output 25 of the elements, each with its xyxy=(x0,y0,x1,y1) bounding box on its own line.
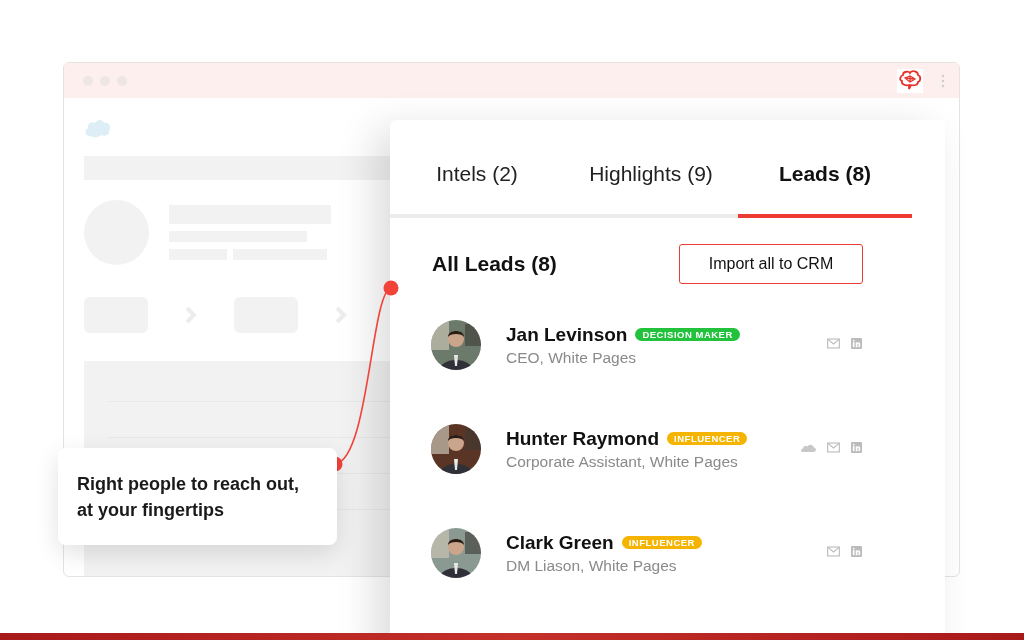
email-icon[interactable] xyxy=(827,441,840,453)
linkedin-icon[interactable] xyxy=(850,337,863,349)
tab[interactable]: Intels (2) xyxy=(390,120,564,218)
cloud-icon[interactable] xyxy=(800,442,817,452)
import-button[interactable]: Import all to CRM xyxy=(679,244,863,284)
menu-icon[interactable] xyxy=(941,73,945,88)
callout-text: Right people to reach out, at your fingertips xyxy=(77,472,300,522)
linkedin-icon[interactable] xyxy=(850,441,863,453)
email-icon[interactable] xyxy=(827,337,840,349)
lead-name: Jan Levinson xyxy=(506,323,628,346)
tab[interactable]: Highlights (9) xyxy=(564,120,738,218)
lead-name: Hunter Raymond xyxy=(506,427,660,450)
role-tag: DECISION MAKER xyxy=(635,328,740,341)
brain-icon[interactable] xyxy=(897,68,923,93)
lead-title: Corporate Assistant, White Pages xyxy=(506,452,739,471)
lead-title: DM Liason, White Pages xyxy=(506,556,678,575)
role-tag: INFLUENCER xyxy=(621,536,702,549)
tab[interactable]: Leads (8) xyxy=(738,120,912,218)
linkedin-icon[interactable] xyxy=(850,545,863,557)
email-icon[interactable] xyxy=(827,545,840,557)
lead-title: CEO, White Pages xyxy=(506,348,638,367)
cloud-icon xyxy=(84,118,112,138)
lead-name: Clark Green xyxy=(506,531,614,554)
section-heading: All Leads (8) xyxy=(432,252,557,276)
role-tag: INFLUENCER xyxy=(667,432,748,445)
